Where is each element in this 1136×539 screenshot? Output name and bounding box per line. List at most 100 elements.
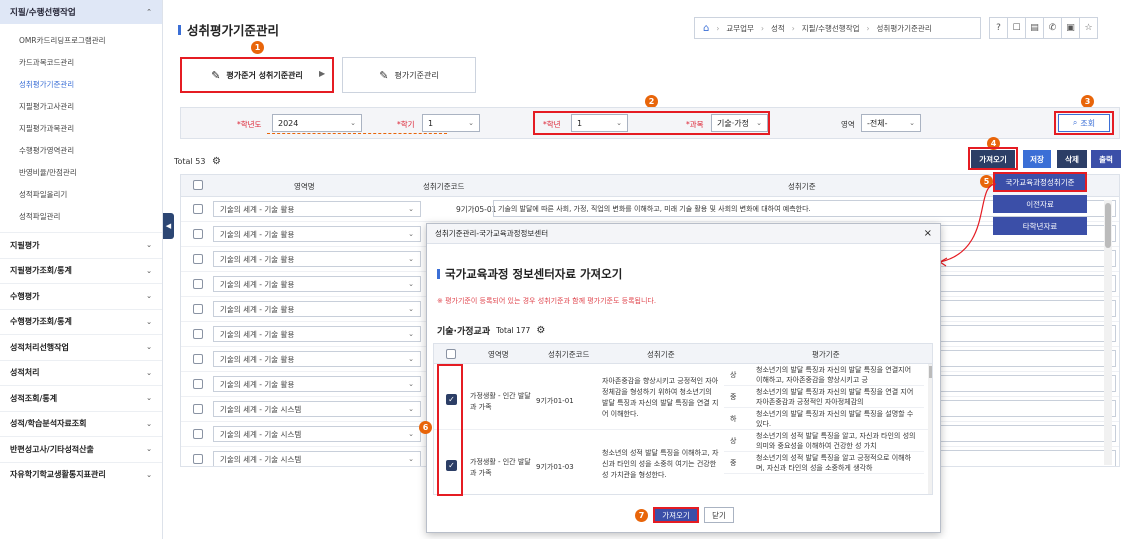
sidebar-group[interactable]: 반편성고사/기타성적산출 ⌄ (0, 436, 162, 462)
search-button[interactable]: ⌕ 조회 (1058, 114, 1110, 132)
row-checkbox[interactable] (193, 229, 203, 239)
menu-item-national-curriculum[interactable]: 국가교육과정성취기준 (993, 172, 1087, 192)
sidebar-group[interactable]: 성적조회/통계 ⌄ (0, 385, 162, 411)
sidebar-subitem[interactable]: 성적파일올리기 (0, 184, 162, 206)
close-icon[interactable]: × (924, 228, 932, 239)
sidebar-group[interactable]: 지필평가조회/통계 ⌄ (0, 257, 162, 284)
table-row[interactable]: ✓ 가정생활 - 인간 발달과 가족 9기가01-01 자아존중감을 향상시키고… (434, 364, 932, 430)
step-achievement-standard[interactable]: ✎ 평가준거 성취기준관리 (180, 57, 334, 93)
modal-close-button[interactable]: 닫기 (704, 507, 734, 523)
row-checkbox[interactable] (193, 279, 203, 289)
sidebar-subitem[interactable]: 수행평가영역관리 (0, 140, 162, 162)
sidebar-group[interactable]: 자유학기학교생활통지표관리 ⌄ (0, 461, 162, 488)
sidebar-group-header[interactable]: 지필/수행선행작업 ⌃ (0, 0, 162, 24)
term-select[interactable]: 1 ⌄ (422, 114, 480, 132)
sidebar-group[interactable]: 성적/학습분석자료조회 ⌄ (0, 410, 162, 437)
print-button[interactable]: 출력 (1091, 150, 1121, 168)
breadcrumb-item[interactable]: 성취평가기준관리 (877, 23, 932, 34)
sidebar-subitem[interactable]: OMR카드리딩프로그램관리 (0, 30, 162, 52)
breadcrumb-item[interactable]: 지필/수행선행작업 (802, 23, 860, 34)
sidebar-group[interactable]: 지필평가 ⌄ (0, 232, 162, 258)
row-checkbox[interactable] (193, 404, 203, 414)
document-icon[interactable]: ▤ (1025, 17, 1044, 39)
settings-icon[interactable]: ⚙ (212, 156, 221, 167)
sidebar-subitem[interactable]: 카드과목코드관리 (0, 52, 162, 74)
edit-document-icon: ✎ (211, 68, 221, 82)
home-icon[interactable]: ⌂ (703, 23, 709, 34)
delete-button[interactable]: 삭제 (1057, 150, 1087, 168)
chevron-down-icon: ⌄ (146, 292, 152, 301)
row-checkbox[interactable] (193, 254, 203, 264)
area-select[interactable]: 기술의 세계 - 기술 시스템 ⌄ (213, 426, 421, 442)
grid-scrollbar[interactable] (1104, 200, 1112, 465)
code-cell: 9기가05-01 (456, 205, 497, 214)
breadcrumb-item[interactable]: 성적 (771, 23, 785, 34)
column-header: 영역명 (294, 182, 315, 191)
chevron-down-icon: ⌄ (146, 394, 152, 403)
breadcrumb-item[interactable]: 교무업무 (726, 23, 754, 34)
sidebar-group[interactable]: 수행평가 ⌄ (0, 283, 162, 309)
area-select[interactable]: 기술의 세계 - 기술 활용 ⌄ (213, 226, 421, 242)
row-checkbox[interactable] (193, 204, 203, 214)
modal-note: ※ 평가기준이 등록되어 있는 경우 성취기준과 함께 평가기준도 등록됩니다. (437, 297, 657, 305)
term-label: *학기 (397, 120, 415, 129)
settings-icon[interactable]: ⚙ (536, 325, 545, 336)
row-checkbox[interactable] (193, 429, 203, 439)
row-checkbox[interactable] (193, 379, 203, 389)
area-select[interactable]: -전체- ⌄ (861, 114, 921, 132)
sidebar-group[interactable]: 성적처리 ⌄ (0, 359, 162, 386)
row-checkbox[interactable] (193, 454, 203, 464)
menu-item-previous-data[interactable]: 이전자료 (993, 195, 1087, 213)
chevron-down-icon: ⌄ (146, 266, 152, 275)
sidebar-subitem[interactable]: 성적파일관리 (0, 206, 162, 228)
area-select[interactable]: 기술의 세계 - 기술 활용 ⌄ (213, 351, 421, 367)
sidebar-subitem[interactable]: 지필평가과목관리 (0, 118, 162, 140)
import-button[interactable]: 가져오기 (971, 150, 1015, 168)
row-checkbox[interactable] (193, 354, 203, 364)
phone-icon[interactable]: ✆ (1043, 17, 1062, 39)
area-select[interactable]: 기술의 세계 - 기술 시스템 ⌄ (213, 451, 421, 466)
area-select[interactable]: 기술의 세계 - 기술 활용 ⌄ (213, 251, 421, 267)
step-arrow-icon: ▶ (319, 69, 326, 78)
chevron-down-icon: ⌄ (146, 419, 152, 428)
row-checkbox[interactable] (193, 304, 203, 314)
select-all-checkbox[interactable] (446, 349, 456, 359)
star-icon[interactable]: ☆ (1079, 17, 1098, 39)
modal-import-button[interactable]: 가져오기 (653, 507, 699, 523)
select-all-checkbox[interactable] (193, 180, 203, 190)
chevron-down-icon: ⌄ (408, 230, 414, 238)
grade-select[interactable]: 1 ⌄ (571, 114, 628, 132)
save-button[interactable]: 저장 (1023, 150, 1051, 168)
area-select[interactable]: 기술의 세계 - 기술 활용 ⌄ (213, 326, 421, 342)
subject-select[interactable]: 기술·가정 ⌄ (711, 114, 768, 132)
toolbar-icons: ? ☐ ▤ ✆ ▣ ☆ (989, 17, 1098, 39)
sidebar-submenu: OMR카드리딩프로그램관리 카드과목코드관리 성취평가기준관리 지필평가고사관리 지필평… (0, 24, 162, 232)
step-evaluation-standard[interactable]: ✎ 평가기준관리 (342, 57, 476, 93)
sidebar-subitem[interactable]: 성취평가기준관리 (0, 74, 162, 96)
year-select[interactable]: 2024 ⌄ (272, 114, 362, 132)
area-select[interactable]: 기술의 세계 - 기술 활용 ⌄ (213, 276, 421, 292)
modal-header: 성취기준관리-국가교육과정정보센터 × (427, 224, 940, 244)
menu-item-other-grade-data[interactable]: 타학년자료 (993, 217, 1087, 235)
table-row[interactable]: ✓ 가정생활 - 인간 발달과 가족 9기가01-03 청소년의 성적 발달 특… (434, 430, 932, 494)
sidebar-subitem[interactable]: 반영비율/만점관리 (0, 162, 162, 184)
area-select[interactable]: 기술의 세계 - 기술 활용 ⌄ (213, 376, 421, 392)
sidebar-collapse-button[interactable]: ◀ (163, 213, 174, 239)
sidebar-group[interactable]: 성적처리선행작업 ⌄ (0, 334, 162, 360)
row-checkbox[interactable] (193, 329, 203, 339)
chevron-down-icon: ⌄ (146, 368, 152, 377)
chevron-down-icon: ⌄ (146, 343, 152, 352)
chat-icon[interactable]: ☐ (1007, 17, 1026, 39)
area-select[interactable]: 기술의 세계 - 기술 활용 ⌄ (213, 201, 421, 217)
sidebar-group[interactable]: 수행평가조회/통계 ⌄ (0, 308, 162, 335)
modal-grid-scrollbar[interactable] (928, 364, 932, 494)
chevron-down-icon: ⌄ (408, 305, 414, 313)
sidebar-subitem[interactable]: 지필평가고사관리 (0, 96, 162, 118)
calendar-icon[interactable]: ▣ (1061, 17, 1080, 39)
area-select[interactable]: 기술의 세계 - 기술 시스템 ⌄ (213, 401, 421, 417)
sidebar-group-label: 수행평가 (10, 291, 40, 301)
chevron-down-icon: ⌄ (146, 445, 152, 454)
help-icon[interactable]: ? (989, 17, 1008, 39)
sidebar-header-label: 지필/수행선행작업 (10, 8, 76, 18)
area-select[interactable]: 기술의 세계 - 기술 활용 ⌄ (213, 301, 421, 317)
